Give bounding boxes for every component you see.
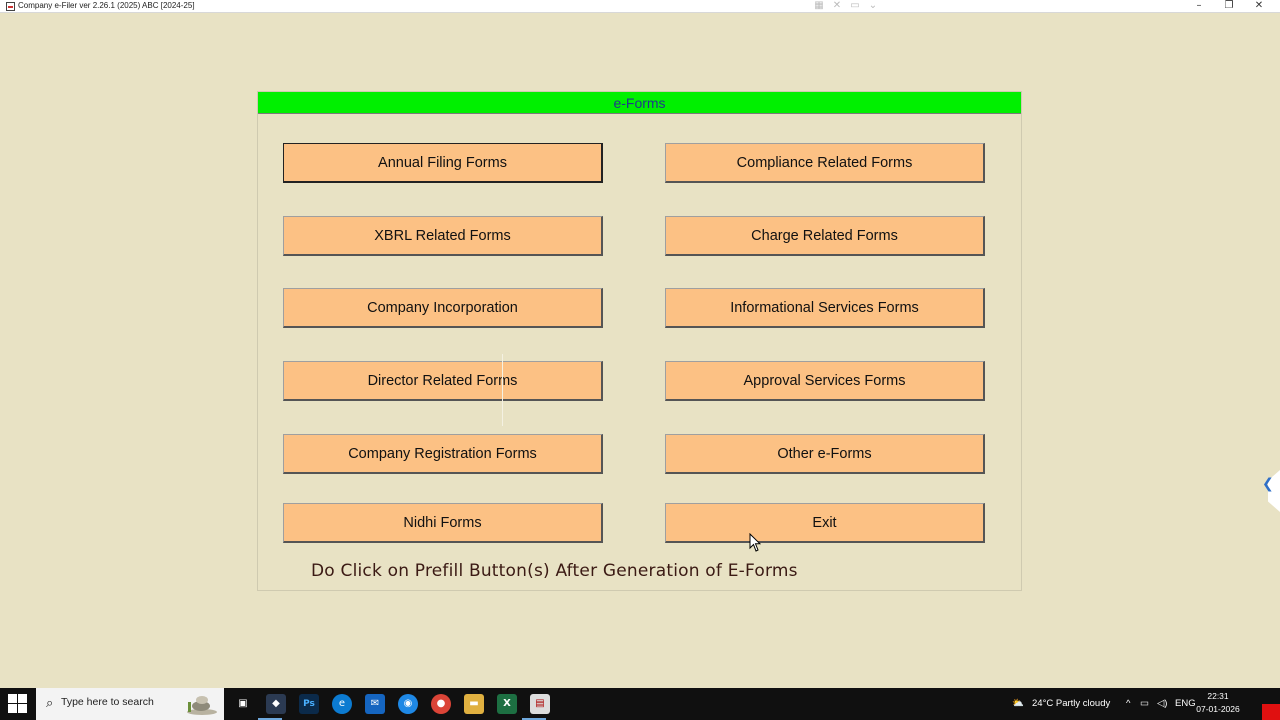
monitor-icon[interactable]: ▭ [848,0,862,12]
company-registration-forms-button[interactable]: Company Registration Forms [283,434,603,474]
weather-icon[interactable]: ⛅ [1012,688,1024,720]
minimize-button[interactable]: – [1185,0,1213,12]
mouse-cursor-icon [749,533,761,552]
search-icon: ⌕ [46,696,54,711]
app-icon[interactable]: ◆ [266,694,286,714]
weather-text[interactable]: 24°C Partly cloudy [1032,688,1110,720]
notification-icon[interactable] [1262,704,1280,720]
clock-date: 07-01-2026 [1196,704,1240,714]
nidhi-forms-button[interactable]: Nidhi Forms [283,503,603,543]
window-title: Company e-Filer ver 2.26.1 (2025) ABC [2… [18,1,195,10]
eforms-panel: e-Forms Annual Filing Forms XBRL Related… [257,91,1022,591]
approval-services-forms-button[interactable]: Approval Services Forms [665,361,985,401]
taskbar: ⌕ Type here to search ▣ ◆ Ps e ✉ ◉ ● ▬ X… [0,688,1280,720]
company-incorporation-button[interactable]: Company Incorporation [283,288,603,328]
file-explorer-icon[interactable]: ▬ [464,694,484,714]
chevron-left-icon[interactable]: ❮ [1262,476,1274,492]
network-icon[interactable]: ▭ [1140,688,1149,720]
title-toolbar: ▦ ✕ ▭ ⌄ [812,0,880,12]
director-related-forms-button[interactable]: Director Related Forms [283,361,603,401]
close-button[interactable]: ✕ [1245,0,1273,12]
title-bar: Company e-Filer ver 2.26.1 (2025) ABC [2… [0,0,1280,13]
panel-header: e-Forms [258,92,1021,114]
search-input[interactable]: Type here to search [61,696,154,708]
divider [502,354,503,426]
clock-time: 22:31 [1207,691,1229,701]
grid-icon[interactable]: ▦ [812,0,826,12]
company-efiler-icon[interactable]: ▤ [530,694,550,714]
chevron-down-icon[interactable]: ⌄ [866,0,880,12]
prefill-note: Do Click on Prefill Button(s) After Gene… [311,561,798,581]
compliance-related-forms-button[interactable]: Compliance Related Forms [665,143,985,183]
taskbar-search[interactable]: ⌕ Type here to search [36,688,224,720]
edge-icon[interactable]: e [332,694,352,714]
outlook-icon[interactable]: ✉ [365,694,385,714]
annual-filing-forms-button[interactable]: Annual Filing Forms [283,143,603,183]
search-highlight-icon [187,696,217,715]
chevron-up-icon[interactable]: ^ [1126,688,1130,720]
exit-button[interactable]: Exit [665,503,985,543]
other-eforms-button[interactable]: Other e-Forms [665,434,985,474]
clock[interactable]: 22:31 07-01-2026 [1196,690,1240,716]
xbrl-related-forms-button[interactable]: XBRL Related Forms [283,216,603,256]
charge-related-forms-button[interactable]: Charge Related Forms [665,216,985,256]
task-view-icon[interactable]: ▣ [233,694,253,714]
photoshop-icon[interactable]: Ps [299,694,319,714]
pin-off-icon[interactable]: ✕ [830,0,844,12]
excel-icon[interactable]: X [497,694,517,714]
language-indicator[interactable]: ENG [1175,688,1196,720]
volume-icon[interactable]: ◁) [1157,688,1167,720]
chrome-icon[interactable]: ● [431,694,451,714]
informational-services-forms-button[interactable]: Informational Services Forms [665,288,985,328]
windows-start-icon[interactable] [8,694,28,714]
restore-button[interactable]: ❐ [1215,0,1243,12]
app-blue-icon[interactable]: ◉ [398,694,418,714]
app-logo-icon [6,2,15,11]
